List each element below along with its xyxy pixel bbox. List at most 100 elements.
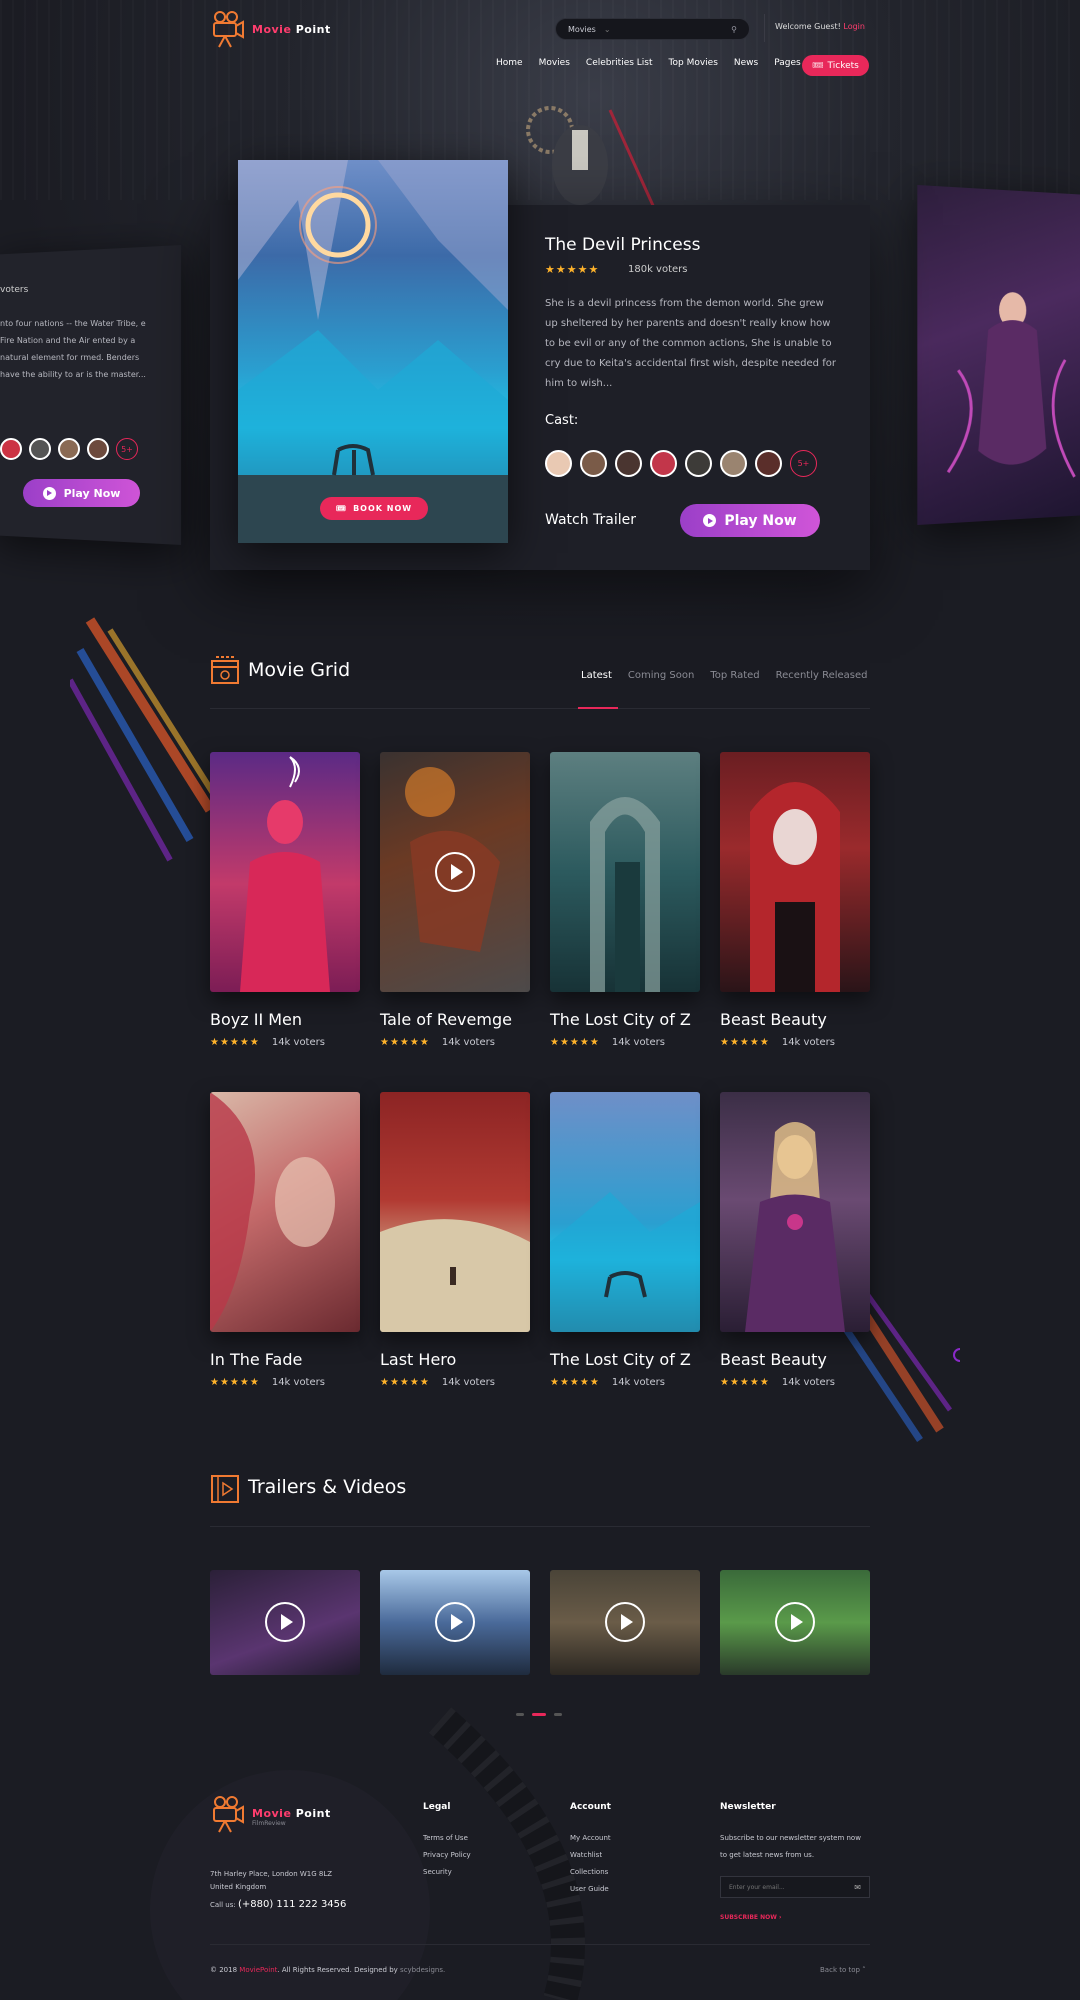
chevron-down-icon[interactable]: ⌄ [604, 25, 611, 34]
cast-avatar[interactable] [580, 450, 607, 477]
envelope-icon[interactable]: ✉ [854, 1883, 861, 1892]
search-bar[interactable]: Movies ⌄ ⚲ [555, 18, 750, 40]
subscribe-link[interactable]: SUBSCRIBE NOW › [720, 1914, 781, 1921]
search-icon[interactable]: ⚲ [731, 25, 737, 34]
cast-avatar[interactable] [720, 450, 747, 477]
cast-avatar[interactable] [615, 450, 642, 477]
movie-meta: ★★★★★ 14k voters [380, 1377, 495, 1388]
prev-play-button[interactable]: Play Now [23, 479, 140, 507]
nav-home[interactable]: Home [496, 58, 523, 68]
login-link[interactable]: Login [843, 22, 865, 31]
welcome-text: Welcome Guest! Login [775, 22, 865, 31]
poster-artwork [590, 797, 660, 992]
featured-cast: 5+ [545, 450, 817, 477]
rating-stars: ★★★★★ [720, 1037, 770, 1048]
play-icon [703, 514, 717, 527]
nav-pages[interactable]: Pages [774, 58, 800, 68]
nav-news[interactable]: News [734, 58, 758, 68]
movie-poster[interactable] [720, 1092, 870, 1332]
footer-link-privacy[interactable]: Privacy Policy [423, 1851, 471, 1859]
play-icon[interactable] [435, 852, 475, 892]
trailer-thumbnail[interactable] [550, 1570, 700, 1675]
more-cast-badge[interactable]: 5+ [790, 450, 817, 477]
tab-latest[interactable]: Latest [581, 670, 612, 681]
footer-link-user-guide[interactable]: User Guide [570, 1885, 609, 1893]
main-nav: Home Movies Celebrities List Top Movies … [496, 58, 801, 68]
movie-title[interactable]: Boyz II Men [210, 1010, 302, 1029]
tickets-button[interactable]: 🎟 Tickets [802, 55, 869, 76]
poster-artwork [550, 1192, 700, 1332]
rating-stars: ★★★★★ [210, 1037, 260, 1048]
movie-title[interactable]: The Lost City of Z [550, 1350, 691, 1369]
voters-count: 14k voters [611, 1037, 665, 1048]
trailers-title: Trailers & Videos [248, 1476, 407, 1498]
play-icon[interactable] [605, 1602, 645, 1642]
movie-poster[interactable] [720, 752, 870, 992]
movie-poster[interactable] [210, 752, 360, 992]
newsletter-text: Subscribe to our newsletter system now [720, 1834, 861, 1842]
nav-top-movies[interactable]: Top Movies [669, 58, 718, 68]
featured-play-button[interactable]: Play Now [680, 504, 820, 537]
rating-stars: ★★★★★ [380, 1377, 430, 1388]
movie-meta: ★★★★★ 14k voters [380, 1037, 495, 1048]
movie-poster[interactable] [550, 1092, 700, 1332]
footer-link-terms[interactable]: Terms of Use [423, 1834, 468, 1842]
ticket-icon: 🎟 [335, 504, 348, 513]
avatar[interactable] [0, 438, 22, 460]
movie-title[interactable]: Last Hero [380, 1350, 456, 1369]
cast-avatar[interactable] [650, 450, 677, 477]
tab-recently-released[interactable]: Recently Released [776, 670, 868, 681]
site-logo[interactable]: Movie Point [210, 10, 331, 48]
search-category-select[interactable]: Movies [568, 25, 596, 34]
cast-avatar[interactable] [685, 450, 712, 477]
movie-title[interactable]: The Lost City of Z [550, 1010, 691, 1029]
tab-coming-soon[interactable]: Coming Soon [628, 670, 694, 681]
poster-artwork [210, 1092, 335, 1332]
email-input[interactable] [729, 1883, 844, 1891]
more-cast-badge[interactable]: 5+ [116, 438, 138, 460]
footer-divider [210, 1944, 870, 1945]
back-to-top-link[interactable]: Back to top ˄ [820, 1966, 866, 1974]
book-now-button[interactable]: 🎟 BOOK NOW [320, 497, 428, 520]
movie-title[interactable]: In The Fade [210, 1350, 302, 1369]
legal-heading: Legal [423, 1802, 451, 1812]
nav-movies[interactable]: Movies [539, 58, 570, 68]
cast-avatar[interactable] [755, 450, 782, 477]
poster-artwork [238, 160, 508, 543]
trailer-thumbnail[interactable] [380, 1570, 530, 1675]
footer-logo[interactable]: Movie Point FilmReview [210, 1795, 331, 1833]
nav-celebrities[interactable]: Celebrities List [586, 58, 653, 68]
featured-poster[interactable] [238, 160, 508, 543]
footer-link-collections[interactable]: Collections [570, 1868, 608, 1876]
avatar[interactable] [58, 438, 80, 460]
movie-title[interactable]: Beast Beauty [720, 1350, 827, 1369]
movie-title[interactable]: Tale of Revemge [380, 1010, 512, 1029]
trailer-thumbnail[interactable] [210, 1570, 360, 1675]
avatar[interactable] [87, 438, 109, 460]
newsletter-email-field[interactable]: ✉ [720, 1876, 870, 1898]
cast-avatar[interactable] [545, 450, 572, 477]
movie-title[interactable]: Beast Beauty [720, 1010, 827, 1029]
footer-link-watchlist[interactable]: Watchlist [570, 1851, 602, 1859]
tab-top-rated[interactable]: Top Rated [710, 670, 759, 681]
princess-artwork [917, 291, 1080, 525]
cast-label: Cast: [545, 413, 579, 428]
movie-poster[interactable] [380, 1092, 530, 1332]
play-icon[interactable] [265, 1602, 305, 1642]
carousel-card-next[interactable] [917, 184, 1080, 526]
movie-meta: ★★★★★ 14k voters [550, 1377, 665, 1388]
footer-link-security[interactable]: Security [423, 1868, 452, 1876]
movie-poster[interactable] [210, 1092, 360, 1332]
movie-poster[interactable] [380, 752, 530, 992]
movie-poster[interactable] [550, 752, 700, 992]
trailer-thumbnail[interactable] [720, 1570, 870, 1675]
play-icon[interactable] [435, 1602, 475, 1642]
play-icon[interactable] [775, 1602, 815, 1642]
avatar[interactable] [29, 438, 51, 460]
footer-link-my-account[interactable]: My Account [570, 1834, 611, 1842]
voters-count: 14k voters [271, 1377, 325, 1388]
rating-stars: ★★★★★ [380, 1037, 430, 1048]
knight-artwork [526, 106, 657, 210]
movie-meta: ★★★★★ 14k voters [210, 1377, 325, 1388]
movie-meta: ★★★★★ 14k voters [550, 1037, 665, 1048]
